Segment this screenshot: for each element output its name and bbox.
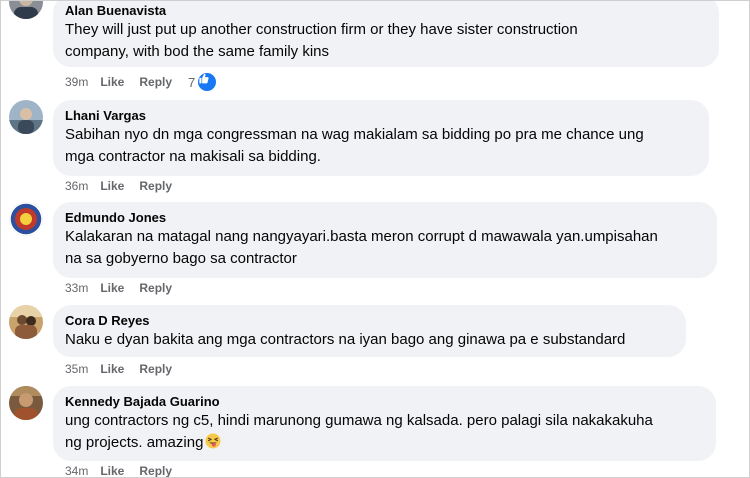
avatar[interactable] [9, 100, 43, 134]
reply-button[interactable]: Reply [139, 362, 172, 376]
comment-text-line: mga contractor na makisali sa bidding. [65, 148, 321, 165]
comment-text-line: ng projects. amazing [65, 432, 704, 454]
comment-text-line: They will just put up another constructi… [65, 21, 578, 38]
comment-author[interactable]: Kennedy Bajada Guarino [65, 393, 704, 410]
comment-actions: 33m Like Reply [65, 280, 188, 296]
comment-timestamp[interactable]: 39m [65, 75, 88, 89]
comment-text-line: Kalakaran na matagal nang nangyayari.bas… [65, 228, 658, 245]
comment-text-line: company, with bod the same family kins [65, 43, 330, 60]
reaction-count[interactable]: 7 [188, 75, 195, 90]
reply-button[interactable]: Reply [139, 281, 172, 295]
comment-text-fragment: ng projects. amazing [65, 434, 204, 451]
comment-actions: 34m Like Reply [65, 463, 188, 477]
reply-button[interactable]: Reply [139, 464, 172, 477]
comment-bubble: Cora D Reyes Naku e dyan bakita ang mga … [53, 305, 686, 357]
comment-bubble: Kennedy Bajada Guarino ung contractors n… [53, 386, 716, 461]
avatar[interactable] [9, 1, 43, 19]
comment-text-line: Sabihan nyo dn mga congressman na wag ma… [65, 126, 644, 143]
comment-actions: 35m Like Reply [65, 361, 188, 377]
comment-bubble: Edmundo Jones Kalakaran na matagal nang … [53, 202, 717, 278]
reply-button[interactable]: Reply [139, 179, 172, 193]
comment-actions: 39m Like Reply 7 [65, 72, 218, 92]
comment-actions: 36m Like Reply [65, 178, 188, 194]
avatar[interactable] [9, 202, 43, 236]
comment-author[interactable]: Alan Buenavista [65, 2, 707, 19]
comments-panel: Alan Buenavista They will just put up an… [0, 0, 750, 478]
comment-timestamp[interactable]: 33m [65, 281, 88, 295]
comment-timestamp[interactable]: 34m [65, 464, 88, 477]
avatar[interactable] [9, 305, 43, 339]
like-button[interactable]: Like [100, 281, 124, 295]
avatar[interactable] [9, 386, 43, 420]
comment-timestamp[interactable]: 36m [65, 179, 88, 193]
like-button[interactable]: Like [100, 464, 124, 477]
comment-timestamp[interactable]: 35m [65, 362, 88, 376]
reply-button[interactable]: Reply [139, 75, 172, 89]
like-button[interactable]: Like [100, 75, 124, 89]
like-reaction-icon[interactable] [197, 72, 218, 92]
like-button[interactable]: Like [100, 179, 124, 193]
comment-text-line: Naku e dyan bakita ang mga contractors n… [65, 331, 626, 348]
comment-author[interactable]: Cora D Reyes [65, 312, 674, 329]
comment-bubble: Alan Buenavista They will just put up an… [53, 1, 719, 67]
comment-text-line: na sa gobyerno bago sa contractor [65, 250, 297, 267]
comment-author[interactable]: Lhani Vargas [65, 107, 697, 124]
squinting-tongue-emoji-icon [205, 433, 221, 449]
comment-author[interactable]: Edmundo Jones [65, 209, 705, 226]
comment-text-line: ung contractors ng c5, hindi marunong gu… [65, 412, 653, 429]
like-button[interactable]: Like [100, 362, 124, 376]
comment-bubble: Lhani Vargas Sabihan nyo dn mga congress… [53, 100, 709, 176]
